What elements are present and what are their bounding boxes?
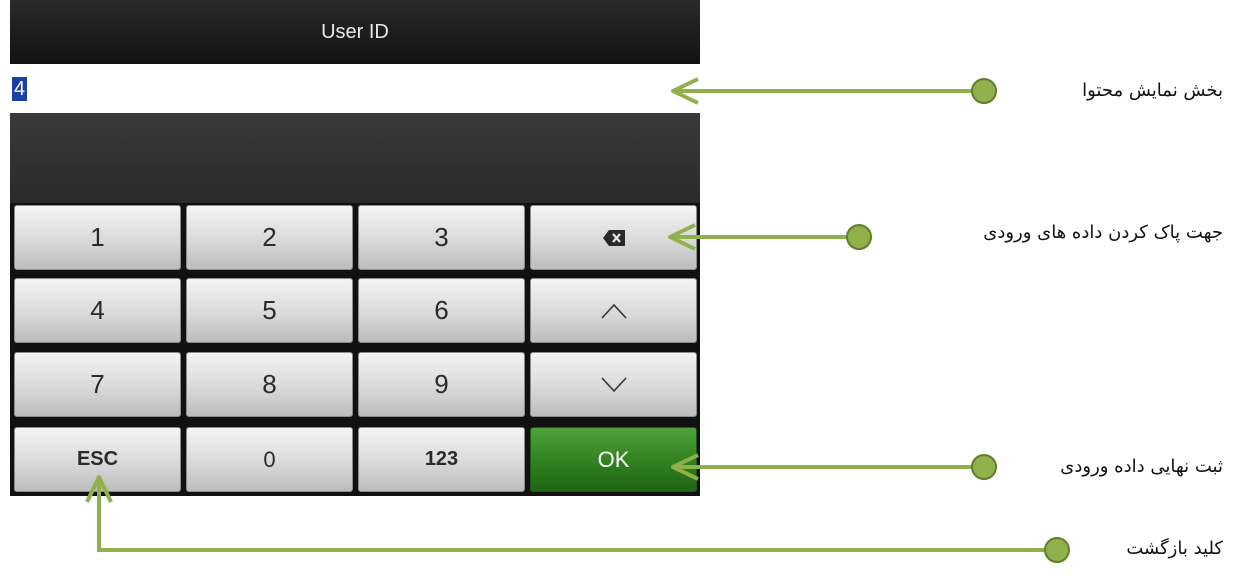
annotation-back-key bbox=[85, 475, 1070, 563]
label-clear-input: جهت پاک کردن داده های ورودی bbox=[983, 222, 1223, 243]
label-confirm-input: ثبت نهایی داده ورودی bbox=[1060, 456, 1223, 477]
label-back-key: کلید بازگشت bbox=[1126, 538, 1223, 559]
annotation-arrows bbox=[85, 77, 1070, 563]
annotation-clear-input bbox=[668, 223, 872, 251]
annotation-confirm-input bbox=[671, 453, 997, 481]
label-content-display: بخش نمایش محتوا bbox=[1082, 80, 1223, 101]
annotation-content-display bbox=[671, 77, 997, 105]
